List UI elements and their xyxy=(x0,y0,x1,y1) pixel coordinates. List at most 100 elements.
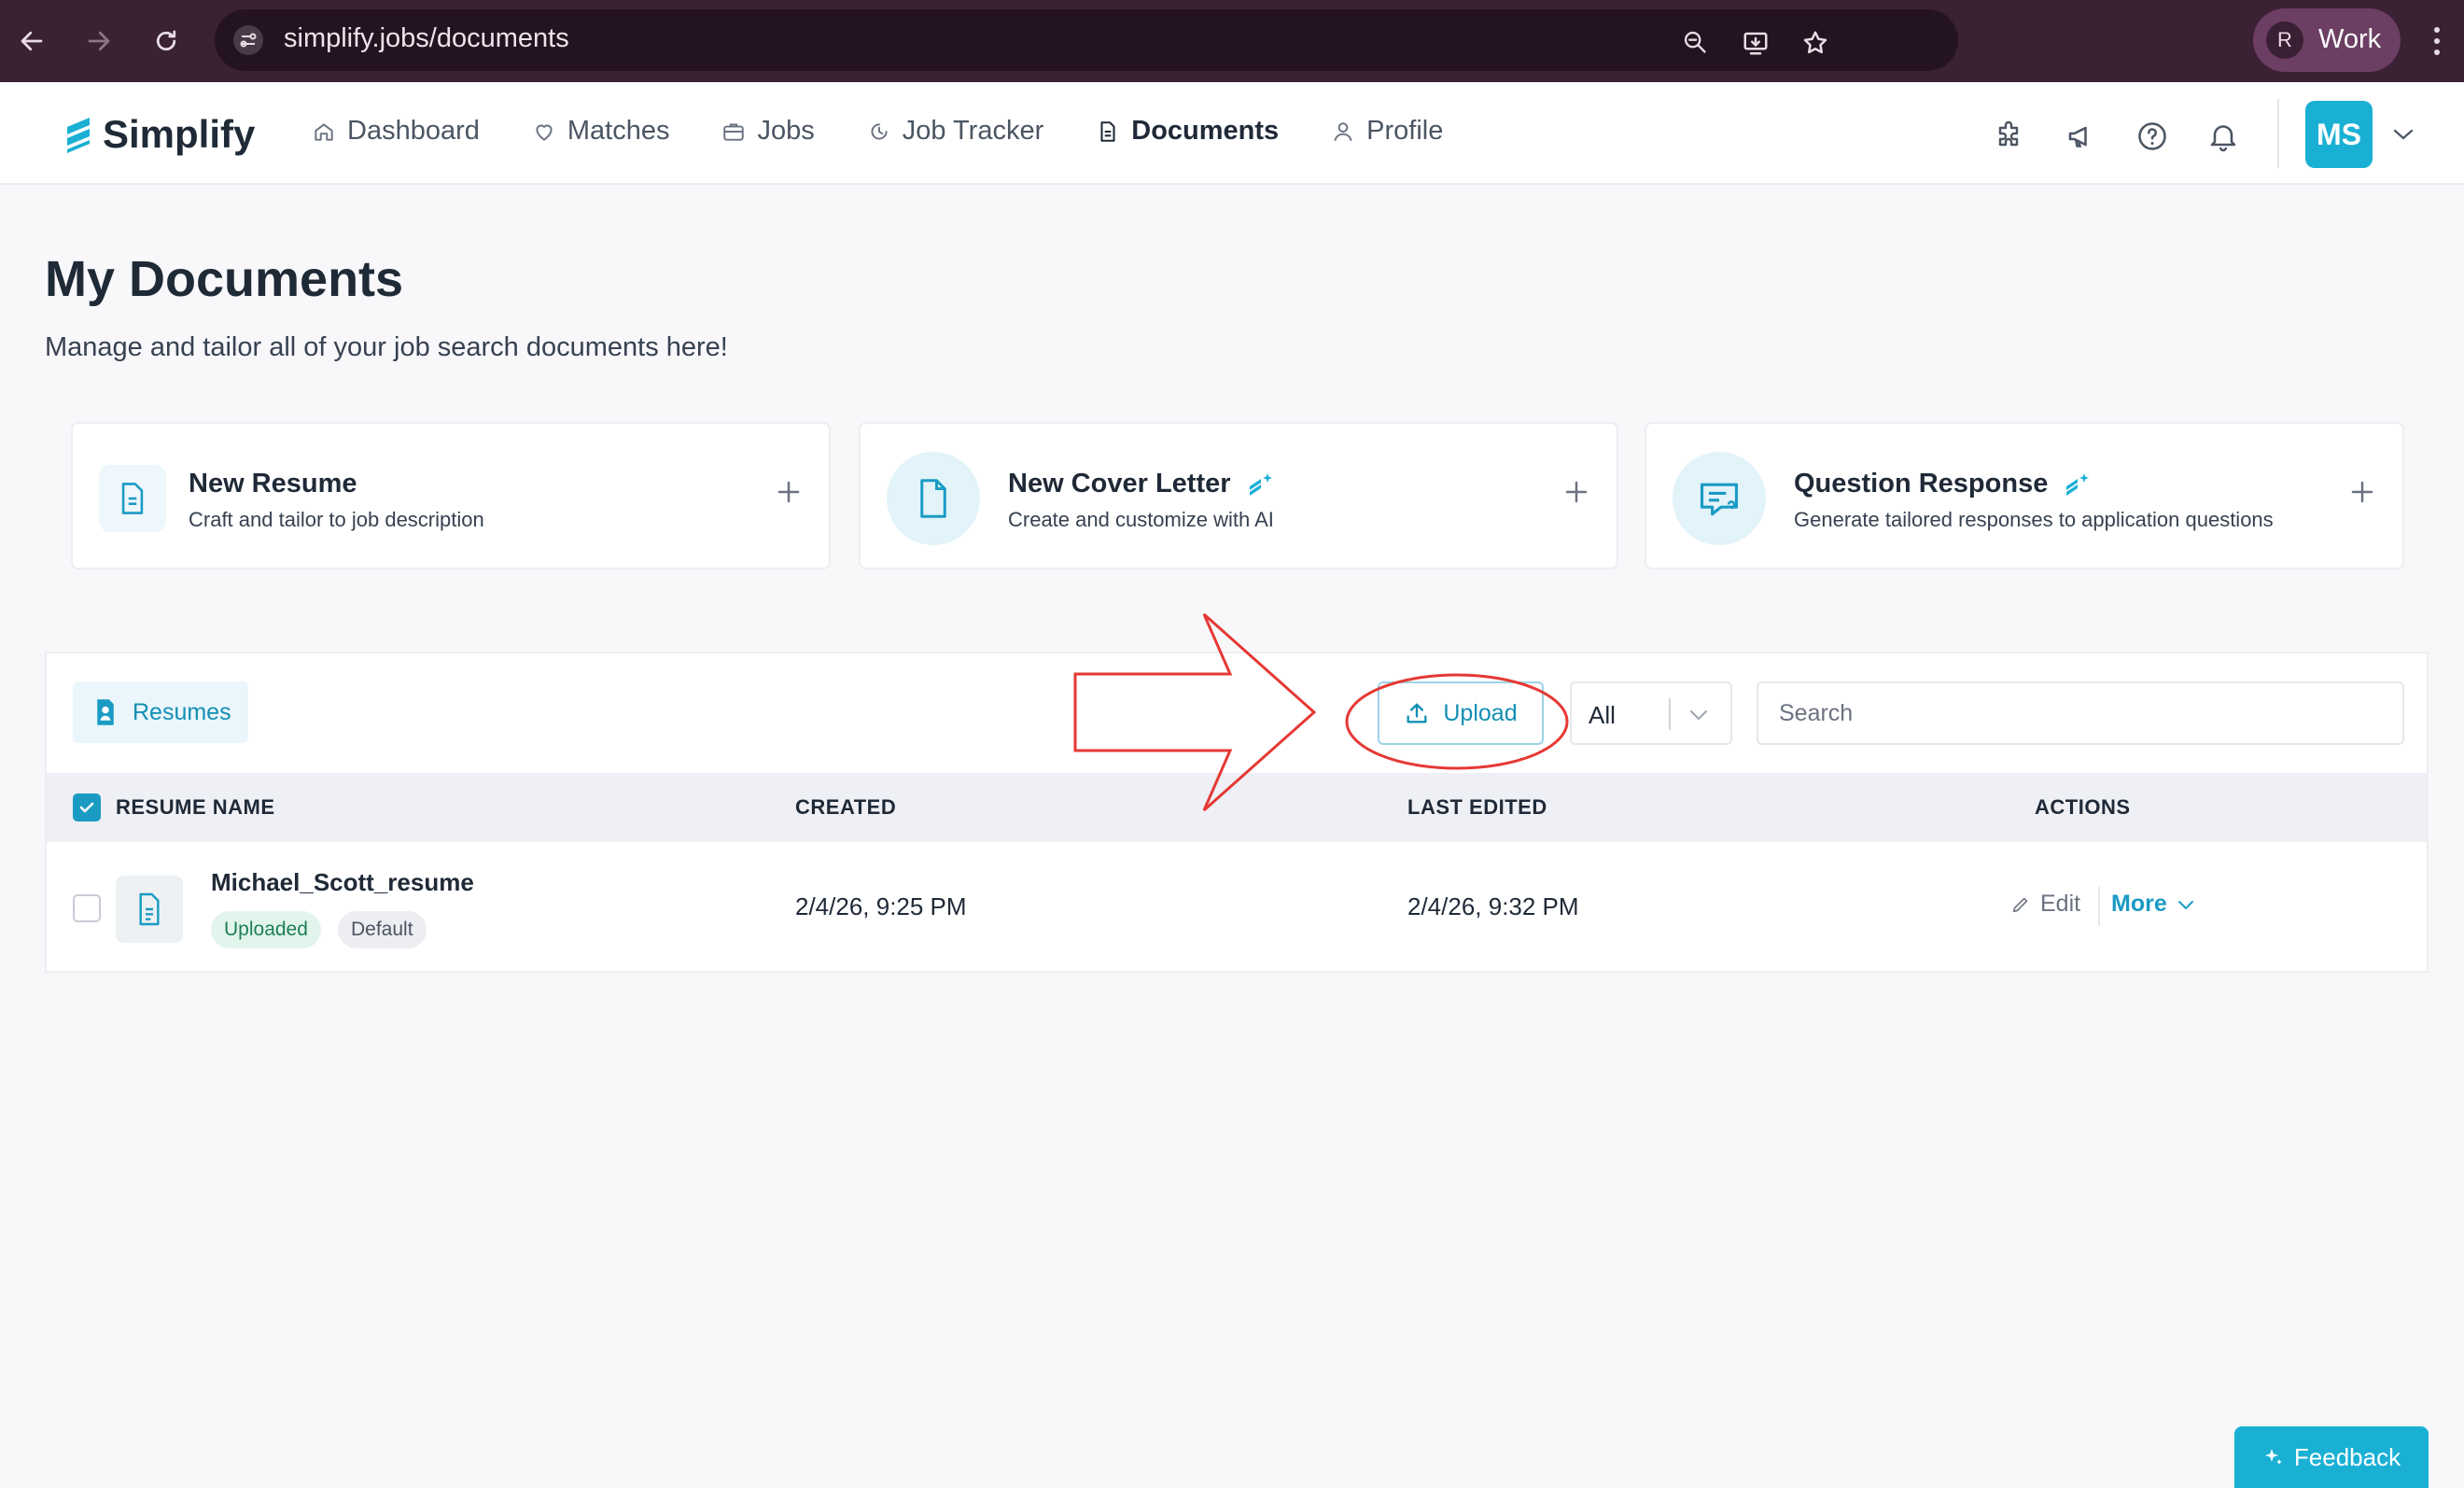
main-nav: Dashboard Matches Jobs Job Tracker Docum… xyxy=(312,116,1495,147)
tracker-icon xyxy=(871,122,888,140)
bookmark-star-icon[interactable] xyxy=(1801,29,1827,55)
new-cover-letter-title: New Cover Letter xyxy=(1008,469,1231,498)
arrow-right-icon xyxy=(88,31,110,51)
nav-matches-label: Matches xyxy=(567,116,670,146)
edit-button[interactable]: Edit xyxy=(2010,891,2080,918)
column-header-created[interactable]: CREATED xyxy=(795,795,896,820)
document-file-icon xyxy=(116,876,183,943)
status-badge-uploaded: Uploaded xyxy=(211,911,321,948)
more-button[interactable]: More xyxy=(2111,891,2195,918)
browser-toolbar: simplify.jobs/documents R Work xyxy=(0,0,2464,82)
site-settings-icon[interactable] xyxy=(233,25,263,55)
forward-button[interactable] xyxy=(78,21,119,62)
plus-icon[interactable] xyxy=(775,478,803,510)
page-subtitle: Manage and tailor all of your job search… xyxy=(45,332,728,362)
question-response-card[interactable]: Question Response Generate tailored resp… xyxy=(1645,422,2404,569)
edit-button-label: Edit xyxy=(2040,891,2081,917)
app-header: Simplify Dashboard Matches Jobs Job Trac… xyxy=(0,82,2464,185)
chevron-down-icon[interactable] xyxy=(2391,125,2415,147)
column-header-last-edited[interactable]: LAST EDITED xyxy=(1407,795,1547,820)
user-icon xyxy=(1334,121,1352,141)
last-edited-date: 2/4/26, 9:32 PM xyxy=(1407,892,1579,920)
question-response-title-row: Question Response xyxy=(1794,469,2091,499)
document-filter-select[interactable]: All xyxy=(1570,681,1732,745)
new-resume-title: New Resume xyxy=(189,469,357,498)
new-cover-letter-desc: Create and customize with AI xyxy=(1008,508,1274,531)
filter-selected-value: All xyxy=(1589,701,1616,729)
arrow-left-icon xyxy=(21,31,43,51)
page-title: My Documents xyxy=(45,251,404,307)
column-header-resume-name[interactable]: RESUME NAME xyxy=(116,795,275,820)
nav-documents-label: Documents xyxy=(1131,116,1280,146)
row-checkbox[interactable] xyxy=(73,894,101,922)
new-resume-desc: Craft and tailor to job description xyxy=(189,508,484,531)
ai-sparkle-icon xyxy=(2066,472,2090,496)
reload-button[interactable] xyxy=(146,21,187,62)
new-cover-letter-title-row: New Cover Letter xyxy=(1008,469,1274,499)
nav-dashboard-label: Dashboard xyxy=(347,116,480,146)
actions-divider xyxy=(2098,887,2100,926)
sparkle-icon xyxy=(2264,1449,2282,1465)
chat-question-icon xyxy=(1673,452,1766,545)
table-row[interactable]: Michael_Scott_resume Uploaded Default 2/… xyxy=(47,844,2427,971)
header-divider xyxy=(2277,99,2279,168)
tab-resumes-label: Resumes xyxy=(133,698,231,725)
question-response-title: Question Response xyxy=(1794,469,2049,498)
plus-icon[interactable] xyxy=(1562,478,1590,510)
status-badge-default: Default xyxy=(338,911,427,948)
back-button[interactable] xyxy=(11,21,52,62)
nav-profile-label: Profile xyxy=(1366,116,1444,146)
question-response-desc: Generate tailored responses to applicati… xyxy=(1794,508,2274,531)
nav-dashboard[interactable]: Dashboard xyxy=(312,116,480,147)
megaphone-icon[interactable] xyxy=(2065,119,2098,153)
more-button-label: More xyxy=(2111,891,2167,917)
nav-job-tracker[interactable]: Job Tracker xyxy=(867,116,1044,147)
created-date: 2/4/26, 9:25 PM xyxy=(795,892,967,920)
annotation-ellipse xyxy=(1345,673,1569,770)
nav-documents[interactable]: Documents xyxy=(1096,116,1279,147)
nav-profile[interactable]: Profile xyxy=(1331,116,1443,147)
plus-icon[interactable] xyxy=(2348,478,2376,510)
nav-jobs[interactable]: Jobs xyxy=(721,116,815,147)
feedback-button[interactable]: Feedback xyxy=(2234,1426,2429,1488)
address-bar[interactable]: simplify.jobs/documents xyxy=(215,9,1958,71)
search-input[interactable] xyxy=(1757,681,2404,745)
simplify-logo-icon xyxy=(67,118,90,153)
browser-menu-icon[interactable] xyxy=(2430,24,2443,58)
simplify-logo[interactable]: Simplify xyxy=(62,112,255,157)
new-cover-letter-card[interactable]: New Cover Letter Create and customize wi… xyxy=(859,422,1618,569)
new-resume-card[interactable]: New Resume Craft and tailor to job descr… xyxy=(71,422,831,569)
nav-job-tracker-label: Job Tracker xyxy=(902,116,1044,146)
cover-letter-file-icon xyxy=(887,452,980,545)
zoom-icon[interactable] xyxy=(1682,29,1708,55)
chevron-down-icon xyxy=(1687,706,1710,728)
feedback-label: Feedback xyxy=(2293,1442,2401,1471)
checkmark-icon xyxy=(79,802,94,813)
profile-avatar: R xyxy=(2266,21,2303,59)
help-icon[interactable] xyxy=(2135,119,2169,153)
resume-file-icon xyxy=(99,465,166,532)
ai-sparkle-icon xyxy=(1249,472,1272,496)
user-avatar[interactable]: MS xyxy=(2305,101,2373,168)
logo-text: Simplify xyxy=(103,112,256,156)
reload-icon xyxy=(156,30,176,51)
pencil-icon xyxy=(2012,897,2028,912)
chevron-down-icon xyxy=(2177,900,2193,909)
home-icon xyxy=(315,122,333,141)
profile-label: Work xyxy=(2318,24,2382,54)
nav-jobs-label: Jobs xyxy=(757,116,815,146)
tab-resumes[interactable]: Resumes xyxy=(73,681,248,743)
extension-puzzle-icon[interactable] xyxy=(1992,119,2025,153)
url-text: simplify.jobs/documents xyxy=(284,23,569,53)
briefcase-icon xyxy=(723,122,745,141)
select-divider xyxy=(1669,698,1671,730)
nav-matches[interactable]: Matches xyxy=(532,116,670,147)
document-icon xyxy=(1100,120,1115,142)
annotation-arrow xyxy=(1073,612,1317,812)
resume-badge-icon xyxy=(97,699,114,725)
select-all-checkbox[interactable] xyxy=(73,793,101,821)
install-app-icon[interactable] xyxy=(1742,29,1768,55)
resume-name[interactable]: Michael_Scott_resume xyxy=(211,868,474,897)
bell-icon[interactable] xyxy=(2206,119,2240,153)
browser-profile-chip[interactable]: R Work xyxy=(2253,8,2401,72)
